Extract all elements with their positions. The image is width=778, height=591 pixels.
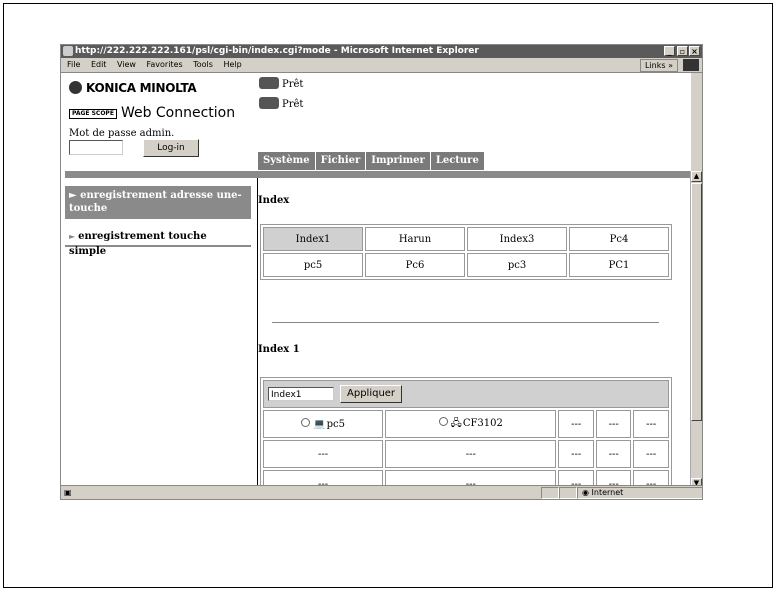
entry-cell[interactable]: ---	[385, 440, 557, 468]
minimize-button[interactable]: _	[664, 46, 675, 56]
entry-cell[interactable]: 🖧CF3102	[385, 410, 557, 438]
browser-window: http://222.222.222.161/psl/cgi-bin/index…	[60, 44, 703, 500]
computer-icon: 💻	[313, 419, 326, 430]
password-label: Mot de passe admin.	[69, 128, 175, 139]
printer-status-text: Prêt	[282, 79, 304, 90]
windows-logo-icon	[683, 59, 699, 71]
index-edit-row: Index1 Appliquer	[263, 380, 669, 408]
index-cell[interactable]: Pc6	[365, 253, 465, 277]
sidebar-item-one-touch[interactable]: ► enregistrement adresse une-touche	[65, 186, 251, 219]
section-heading: Index 1	[258, 344, 300, 355]
section-divider	[272, 322, 659, 323]
maximize-button[interactable]: ▫	[677, 46, 688, 56]
login-button[interactable]: Log-in	[143, 139, 199, 157]
printer-icon	[259, 77, 279, 89]
scanner-status-text: Prêt	[282, 99, 304, 110]
scanner-status: Prêt	[259, 97, 303, 110]
tab-imprimer[interactable]: Imprimer	[366, 152, 430, 170]
entry-cell[interactable]: ---	[633, 410, 669, 438]
menu-tools[interactable]: Tools	[193, 60, 213, 69]
tab-fichier[interactable]: Fichier	[315, 152, 366, 170]
index-cell[interactable]: pc5	[263, 253, 363, 277]
page-icon: ▣	[64, 488, 72, 497]
header-divider	[65, 171, 691, 178]
password-input[interactable]	[69, 140, 123, 155]
radio-button[interactable]	[301, 418, 311, 427]
entry-cell[interactable]: ---	[595, 410, 632, 438]
entry-cell[interactable]: 💻pc5	[263, 410, 384, 438]
menu-help[interactable]: Help	[223, 60, 241, 69]
status-cell	[541, 487, 559, 499]
arrow-icon: ►	[69, 231, 76, 241]
index-name-input[interactable]: Index1	[268, 387, 334, 401]
scanner-icon	[259, 97, 279, 109]
menu-edit[interactable]: Edit	[91, 60, 107, 69]
entry-label: CF3102	[462, 417, 503, 429]
entry-cell[interactable]: ---	[558, 410, 594, 438]
ie-icon	[63, 46, 73, 56]
tab-lecture[interactable]: Lecture	[430, 152, 484, 170]
entry-label: pc5	[326, 419, 345, 430]
index-cell[interactable]: pc3	[467, 253, 567, 277]
index-heading: Index	[258, 195, 290, 206]
index-cell[interactable]: Harun	[365, 227, 465, 251]
index-cell[interactable]: PC1	[569, 253, 669, 277]
server-icon: 🖧	[450, 417, 462, 429]
index-cell[interactable]: Index1	[263, 227, 363, 251]
menu-view[interactable]: View	[117, 60, 136, 69]
vertical-scrollbar[interactable]: ▲ ▼	[690, 171, 702, 489]
konica-minolta-logo: KONICA MINOLTA	[69, 81, 197, 95]
window-title: http://222.222.222.161/psl/cgi-bin/index…	[75, 46, 479, 56]
pagescope-logo: PAGE SCOPE Web Connection	[69, 105, 235, 121]
sidebar: ► enregistrement adresse une-touche ► enr…	[65, 178, 258, 488]
entries-table: Index1 Appliquer 💻pc5 🖧CF3102 --- --- ---…	[260, 377, 672, 488]
entry-cell[interactable]: ---	[595, 440, 632, 468]
sidebar-item-label: enregistrement touche simple	[69, 231, 207, 257]
entry-cell[interactable]: ---	[558, 440, 594, 468]
status-bar: ▣ ◉ Internet	[61, 485, 702, 499]
scroll-thumb[interactable]	[691, 183, 702, 421]
apply-button[interactable]: Appliquer	[340, 385, 403, 403]
sidebar-item-simple-touch[interactable]: ► enregistrement touche simple	[65, 227, 251, 257]
links-button[interactable]: Links »	[640, 59, 678, 72]
menu-bar: File Edit View Favorites Tools Help Link…	[61, 58, 702, 73]
entry-cell[interactable]: ---	[633, 440, 669, 468]
status-cell	[559, 487, 577, 499]
index-cell[interactable]: Pc4	[569, 227, 669, 251]
index-table: Index1 Harun Index3 Pc4 pc5 Pc6 pc3 PC1	[260, 224, 672, 280]
main-panel: Index Index1 Harun Index3 Pc4 pc5 Pc6 pc…	[258, 178, 691, 488]
menu-file[interactable]: File	[67, 60, 80, 69]
close-button[interactable]: ×	[689, 46, 700, 56]
status-zone: ◉ Internet	[577, 487, 702, 499]
title-bar: http://222.222.222.161/psl/cgi-bin/index…	[61, 45, 702, 58]
radio-button[interactable]	[438, 416, 448, 426]
scroll-up-arrow-icon[interactable]: ▲	[691, 171, 702, 182]
tab-systeme[interactable]: Système	[258, 152, 315, 170]
page-content: KONICA MINOLTA PAGE SCOPE Web Connection …	[61, 73, 691, 488]
printer-status: Prêt	[259, 77, 303, 90]
internet-icon: ◉	[582, 488, 592, 497]
main-tabs: Système Fichier Imprimer Lecture	[258, 152, 485, 170]
product-name: Web Connection	[120, 105, 236, 121]
status-zone-text: Internet	[591, 488, 624, 497]
globe-icon	[69, 81, 82, 94]
entry-cell[interactable]: ---	[263, 440, 384, 468]
brand-name: KONICA MINOLTA	[86, 81, 197, 95]
index-cell[interactable]: Index3	[467, 227, 567, 251]
menu-favorites[interactable]: Favorites	[147, 60, 183, 69]
pagescope-badge: PAGE SCOPE	[69, 109, 117, 119]
